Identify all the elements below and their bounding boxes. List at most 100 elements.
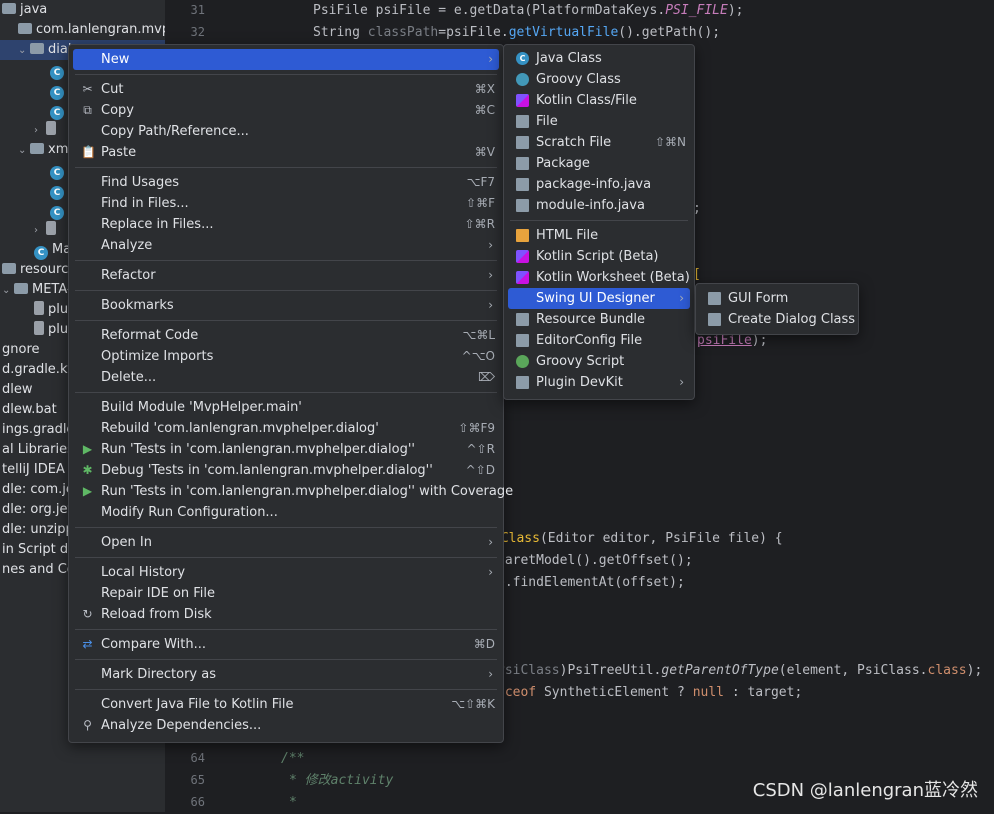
menu-item-compare-with[interactable]: ⇄ Compare With... ⌘D xyxy=(73,634,499,655)
menu-item-delete[interactable]: Delete... ⌦ xyxy=(73,367,499,388)
chevron-down-icon[interactable]: ⌄ xyxy=(18,41,30,61)
menu-item-kotlin-worksheet-beta[interactable]: Kotlin Worksheet (Beta) xyxy=(508,267,690,288)
folder-icon xyxy=(14,283,28,294)
shortcut-label: ^⇧R xyxy=(466,442,495,456)
menu-item-open-in[interactable]: Open In › xyxy=(73,532,499,553)
menu-item-html-file[interactable]: HTML File xyxy=(508,225,690,246)
menu-item-label: Cut xyxy=(101,82,124,97)
doc-comment: * xyxy=(289,795,297,810)
tree-node-label: nes and Co xyxy=(2,562,75,577)
menu-item-local-history[interactable]: Local History › xyxy=(73,562,499,583)
menu-item-scratch-file[interactable]: Scratch File ⇧⌘N xyxy=(508,132,690,153)
menu-item-optimize-imports[interactable]: Optimize Imports ^⌥O xyxy=(73,346,499,367)
tree-node-label: META- xyxy=(32,282,72,297)
menu-item-rebuild-com-lanlengran-mvphelper-dialog[interactable]: Rebuild 'com.lanlengran.mvphelper.dialog… xyxy=(73,418,499,439)
menu-item-debug-tests-in-com-lanlengran-mvphelper-[interactable]: ✱ Debug 'Tests in 'com.lanlengran.mvphelp… xyxy=(73,460,499,481)
tree-node-label: com.lanlengran.mvphe xyxy=(36,22,165,37)
code-fragment: tClass(Editor editor, PsiFile file) { xyxy=(493,531,783,546)
menu-separator xyxy=(75,527,497,528)
chevron-right-icon: › xyxy=(488,52,493,66)
line-number: 66 xyxy=(190,795,205,809)
menu-item-label: Local History xyxy=(101,565,186,580)
menu-item-reformat-code[interactable]: Reformat Code ⌥⌘L xyxy=(73,325,499,346)
menu-item-find-usages[interactable]: Find Usages ⌥F7 xyxy=(73,172,499,193)
shortcut-label: ⇧⌘N xyxy=(654,135,686,149)
menu-item-label: Kotlin Script (Beta) xyxy=(536,249,659,264)
menu-item-gui-form[interactable]: GUI Form xyxy=(700,288,854,309)
menu-item-paste[interactable]: 📋 Paste ⌘V xyxy=(73,142,499,163)
menu-item-module-info-java[interactable]: module-info.java xyxy=(508,195,690,216)
menu-item-label: GUI Form xyxy=(728,291,789,306)
menu-item-find-in-files[interactable]: Find in Files... ⇧⌘F xyxy=(73,193,499,214)
tree-node-label: dlew.bat xyxy=(2,402,57,417)
menu-item-repair-ide-on-file[interactable]: Repair IDE on File xyxy=(73,583,499,604)
code-fragment: e.findElementAt(offset); xyxy=(497,575,685,590)
menu-item-copy-path-reference[interactable]: Copy Path/Reference... xyxy=(73,121,499,142)
menu-item-file[interactable]: File xyxy=(508,111,690,132)
menu-item-label: Repair IDE on File xyxy=(101,586,216,601)
menu-item-plugin-devkit[interactable]: Plugin DevKit › xyxy=(508,372,690,393)
swing-ui-designer-submenu[interactable]: GUI Form Create Dialog Class xyxy=(695,283,859,335)
menu-item-refactor[interactable]: Refactor › xyxy=(73,265,499,286)
chevron-down-icon[interactable]: ⌄ xyxy=(18,141,30,161)
menu-item-label: File xyxy=(536,114,558,129)
menu-icon xyxy=(516,271,529,284)
menu-item-copy[interactable]: ⧉ Copy ⌘C xyxy=(73,100,499,121)
menu-item-analyze-dependencies[interactable]: ⚲ Analyze Dependencies... xyxy=(73,715,499,736)
chevron-right-icon[interactable]: › xyxy=(34,121,46,141)
menu-item-label: Analyze Dependencies... xyxy=(101,718,262,733)
menu-item-label: Scratch File xyxy=(536,135,612,150)
tree-node[interactable]: com.lanlengran.mvphe xyxy=(0,20,165,40)
code-fragment: caretModel().getOffset(); xyxy=(497,553,693,568)
class-icon: C xyxy=(50,206,64,220)
menu-item-label: Delete... xyxy=(101,370,157,385)
menu-separator xyxy=(75,260,497,261)
shortcut-label: ⌘X xyxy=(474,82,495,96)
menu-item-label: Java Class xyxy=(536,51,602,66)
menu-item-bookmarks[interactable]: Bookmarks › xyxy=(73,295,499,316)
menu-item-groovy-class[interactable]: Groovy Class xyxy=(508,69,690,90)
menu-item-cut[interactable]: ✂ Cut ⌘X xyxy=(73,79,499,100)
shortcut-label: ⌘V xyxy=(474,145,495,159)
menu-item-editorconfig-file[interactable]: EditorConfig File xyxy=(508,330,690,351)
context-menu[interactable]: New › ✂ Cut ⌘X ⧉ Copy ⌘C Copy Path/Reference... 📋… xyxy=(68,44,513,743)
menu-item-java-class[interactable]: C Java Class xyxy=(508,48,690,69)
menu-icon: 📋 xyxy=(81,145,96,159)
menu-item-build-module-mvphelper-main[interactable]: Build Module 'MvpHelper.main' xyxy=(73,397,499,418)
chevron-right-icon[interactable]: › xyxy=(34,221,46,241)
chevron-down-icon[interactable]: ⌄ xyxy=(2,281,14,301)
menu-icon xyxy=(516,115,529,128)
chevron-right-icon: › xyxy=(488,565,493,579)
new-submenu[interactable]: C Java Class Groovy Class Kotlin Class/File… xyxy=(503,44,695,400)
menu-item-replace-in-files[interactable]: Replace in Files... ⇧⌘R xyxy=(73,214,499,235)
menu-item-reload-from-disk[interactable]: ↻ Reload from Disk xyxy=(73,604,499,625)
menu-item-analyze[interactable]: Analyze › xyxy=(73,235,499,256)
menu-item-resource-bundle[interactable]: Resource Bundle xyxy=(508,309,690,330)
tree-node-label: al Libraries xyxy=(2,442,74,457)
menu-item-mark-directory-as[interactable]: Mark Directory as › xyxy=(73,664,499,685)
menu-item-new[interactable]: New › xyxy=(73,49,499,70)
code-fragment: PsiClass)PsiTreeUtil.getParentOfType(ele… xyxy=(497,663,983,678)
tree-node[interactable]: java xyxy=(0,0,165,20)
menu-icon xyxy=(516,157,529,170)
menu-item-label: Run 'Tests in 'com.lanlengran.mvphelper.… xyxy=(101,442,415,457)
menu-item-groovy-script[interactable]: Groovy Script xyxy=(508,351,690,372)
menu-icon: ⇄ xyxy=(82,637,93,651)
menu-item-kotlin-script-beta[interactable]: Kotlin Script (Beta) xyxy=(508,246,690,267)
menu-item-run-tests-in-com-lanlengran-mvphelper-di[interactable]: ▶ Run 'Tests in 'com.lanlengran.mvphelper… xyxy=(73,439,499,460)
menu-item-label: Groovy Script xyxy=(536,354,625,369)
menu-item-kotlin-class-file[interactable]: Kotlin Class/File xyxy=(508,90,690,111)
menu-icon: ✱ xyxy=(82,463,93,477)
menu-icon xyxy=(708,292,721,305)
menu-item-modify-run-configuration[interactable]: Modify Run Configuration... xyxy=(73,502,499,523)
menu-item-package[interactable]: Package xyxy=(508,153,690,174)
menu-item-run-tests-in-com-lanlengran-mvphelper-di[interactable]: ▶ Run 'Tests in 'com.lanlengran.mvphelper… xyxy=(73,481,513,502)
menu-item-convert-java-file-to-kotlin-file[interactable]: Convert Java File to Kotlin File ⌥⇧⌘K xyxy=(73,694,499,715)
menu-item-swing-ui-designer[interactable]: Swing UI Designer › xyxy=(508,288,690,309)
menu-item-label: Copy xyxy=(101,103,134,118)
menu-separator xyxy=(75,557,497,558)
menu-item-package-info-java[interactable]: package-info.java xyxy=(508,174,690,195)
tree-node-label: plu xyxy=(48,322,69,337)
menu-item-label: Compare With... xyxy=(101,637,207,652)
menu-item-create-dialog-class[interactable]: Create Dialog Class xyxy=(700,309,855,330)
